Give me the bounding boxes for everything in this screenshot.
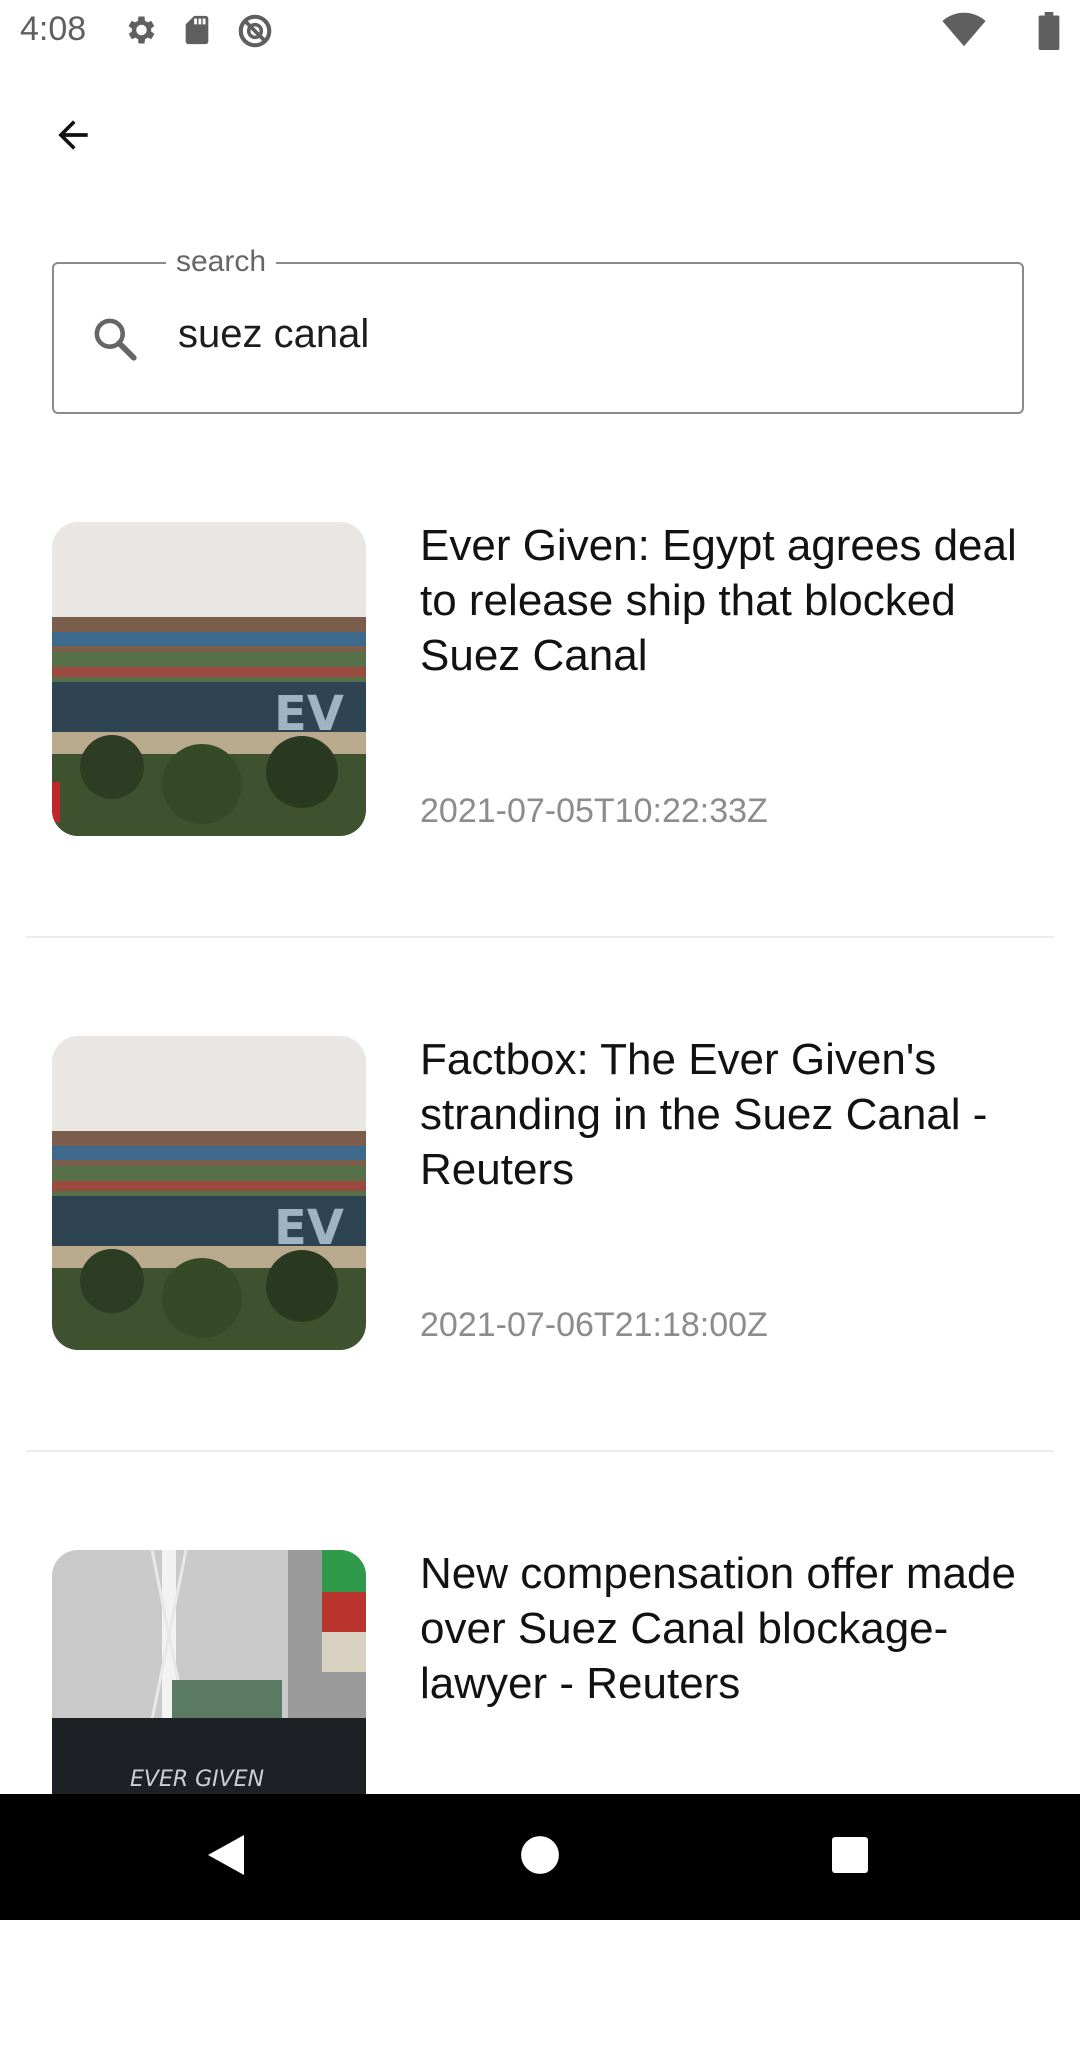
status-bar: 4:08: [0, 0, 1080, 64]
article-title: Factbox: The Ever Given's stranding in t…: [420, 1035, 988, 1194]
back-triangle-icon: [204, 1831, 248, 1884]
nav-back-button[interactable]: [186, 1824, 266, 1890]
divider: [26, 1450, 1054, 1452]
home-circle-icon: [519, 1834, 561, 1881]
search-label: search: [166, 244, 277, 280]
article-date: 2021-07-06T21:18:00Z: [420, 1306, 768, 1344]
settings-icon: [122, 12, 158, 53]
nav-recents-button[interactable]: [810, 1824, 890, 1890]
svg-text:EVER GIVEN: EVER GIVEN: [130, 1767, 264, 1792]
article-thumbnail: EV: [52, 522, 366, 836]
article-title: New compensation offer made over Suez Ca…: [420, 1549, 1016, 1708]
back-button[interactable]: [38, 104, 108, 170]
arrow-back-icon: [49, 113, 97, 162]
status-time: 4:08: [20, 10, 87, 48]
list-item[interactable]: EV Factbox: The Ever Given's stranding i…: [26, 1035, 1054, 1550]
search-input[interactable]: [178, 304, 978, 364]
divider: [26, 936, 1054, 938]
list-item[interactable]: EV Ever Given: Egypt agrees deal to rele…: [26, 521, 1054, 1036]
wifi-icon: [942, 12, 986, 53]
article-thumbnail: EV: [52, 1036, 366, 1350]
article-date: 2021-07-05T10:22:33Z: [420, 792, 768, 830]
do-not-disturb-icon: [236, 12, 274, 55]
sd-card-icon: [180, 12, 214, 53]
navigation-bar: [0, 1794, 1080, 1920]
nav-home-button[interactable]: [500, 1824, 580, 1890]
battery-icon: [1038, 12, 1060, 55]
article-title: Ever Given: Egypt agrees deal to release…: [420, 521, 1017, 680]
recents-square-icon: [830, 1835, 870, 1880]
search-icon: [90, 314, 140, 369]
search-field[interactable]: search: [52, 244, 1024, 414]
